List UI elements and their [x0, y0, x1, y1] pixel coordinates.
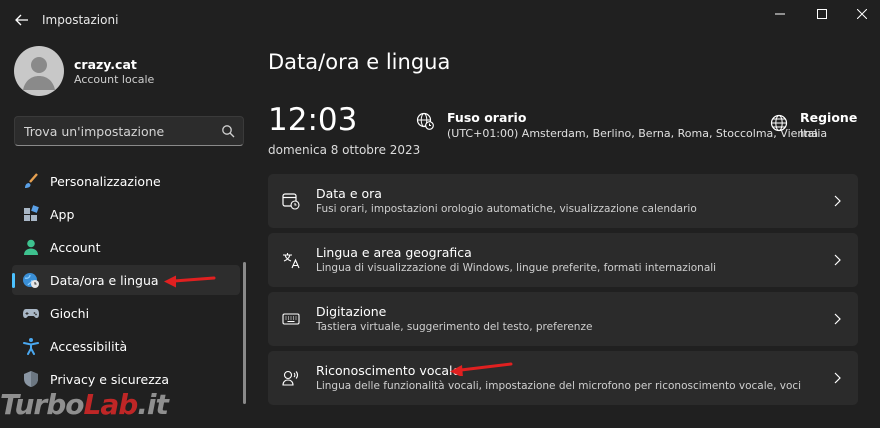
watermark-part: Turbo [0, 388, 85, 421]
close-button[interactable] [845, 0, 879, 28]
user-name: crazy.cat [74, 57, 137, 72]
maximize-icon [817, 9, 827, 19]
card-description: Fusi orari, impostazioni orologio automa… [316, 203, 697, 215]
account-type: Account locale [74, 73, 155, 86]
card-title: Lingua e area geografica [316, 245, 472, 260]
sidebar-item-accessibilita[interactable]: Accessibilità [12, 331, 240, 361]
language-icon [283, 253, 300, 269]
sidebar-item-label: Data/ora e lingua [50, 273, 159, 288]
watermark-accent: Lab [83, 388, 139, 421]
sidebar-item-label: App [50, 207, 75, 222]
sidebar-scrollbar[interactable] [243, 262, 246, 404]
calendar-clock-icon [282, 193, 300, 210]
gamepad-icon [23, 309, 39, 318]
accessibility-icon [23, 338, 39, 355]
speech-icon [282, 370, 299, 386]
brush-icon [25, 173, 38, 188]
globe-clock-icon [23, 273, 39, 288]
arrow-left-icon [15, 14, 28, 26]
back-button[interactable] [10, 8, 34, 32]
sidebar-item-account[interactable]: Account [12, 232, 240, 262]
watermark-part: .it [137, 388, 169, 421]
annotation-arrow-icon [164, 275, 216, 288]
shield-icon [24, 371, 38, 387]
sidebar-item-label: Accessibilità [50, 339, 128, 354]
app-title: Impostazioni [42, 13, 119, 27]
card-riconoscimento-vocale[interactable]: Riconoscimento vocale Lingua delle funzi… [268, 351, 858, 405]
sidebar-item-giochi[interactable]: Giochi [12, 298, 240, 328]
apps-icon [24, 205, 39, 221]
close-icon [857, 9, 867, 19]
chevron-right-icon [834, 195, 841, 207]
user-icon [23, 57, 55, 90]
annotation-arrow-icon [450, 362, 513, 376]
chevron-right-icon [834, 254, 841, 266]
selection-indicator [12, 273, 15, 288]
timezone-value: (UTC+01:00) Amsterdam, Berlino, Berna, R… [447, 127, 819, 140]
maximize-button[interactable] [805, 0, 839, 28]
search-box[interactable] [14, 116, 244, 146]
search-input[interactable] [15, 117, 215, 145]
card-title: Riconoscimento vocale [316, 363, 461, 378]
turbolab-watermark: TurboLab.it [0, 388, 169, 421]
card-title: Digitazione [316, 304, 387, 319]
current-date: domenica 8 ottobre 2023 [268, 143, 421, 157]
card-description: Lingua delle funzionalità vocali, impost… [316, 380, 802, 392]
title-bar: Impostazioni [0, 0, 880, 40]
minimize-button[interactable] [763, 0, 797, 28]
region-value: Italia [800, 127, 828, 140]
sidebar-item-label: Personalizzazione [50, 174, 161, 189]
sidebar-item-label: Privacy e sicurezza [50, 372, 170, 387]
card-lingua-area-geografica[interactable]: Lingua e area geografica Lingua di visua… [268, 233, 858, 287]
card-data-e-ora[interactable]: Data e ora Fusi orari, impostazioni orol… [268, 174, 858, 228]
region-title: Regione [800, 110, 858, 125]
sidebar-item-app[interactable]: App [12, 199, 240, 229]
current-time: 12:03 [268, 102, 358, 138]
card-title: Data e ora [316, 186, 382, 201]
page-title: Data/ora e lingua [268, 50, 451, 74]
globe-icon [770, 114, 788, 132]
person-icon [24, 239, 38, 255]
chevron-right-icon [834, 372, 841, 384]
card-digitazione[interactable]: Digitazione Tastiera virtuale, suggerime… [268, 292, 858, 346]
card-description: Tastiera virtuale, suggerimento del test… [316, 321, 593, 333]
card-description: Lingua di visualizzazione di Windows, li… [316, 262, 717, 274]
globe-clock-icon [416, 112, 434, 130]
sidebar-item-personalizzazione[interactable]: Personalizzazione [12, 166, 240, 196]
sidebar-item-label: Account [50, 240, 101, 255]
minimize-icon [775, 13, 785, 15]
chevron-right-icon [834, 313, 841, 325]
sidebar-item-label: Giochi [50, 306, 90, 321]
keyboard-icon [282, 313, 300, 325]
timezone-title: Fuso orario [447, 110, 527, 125]
search-icon[interactable] [221, 124, 235, 138]
avatar[interactable] [14, 46, 64, 96]
